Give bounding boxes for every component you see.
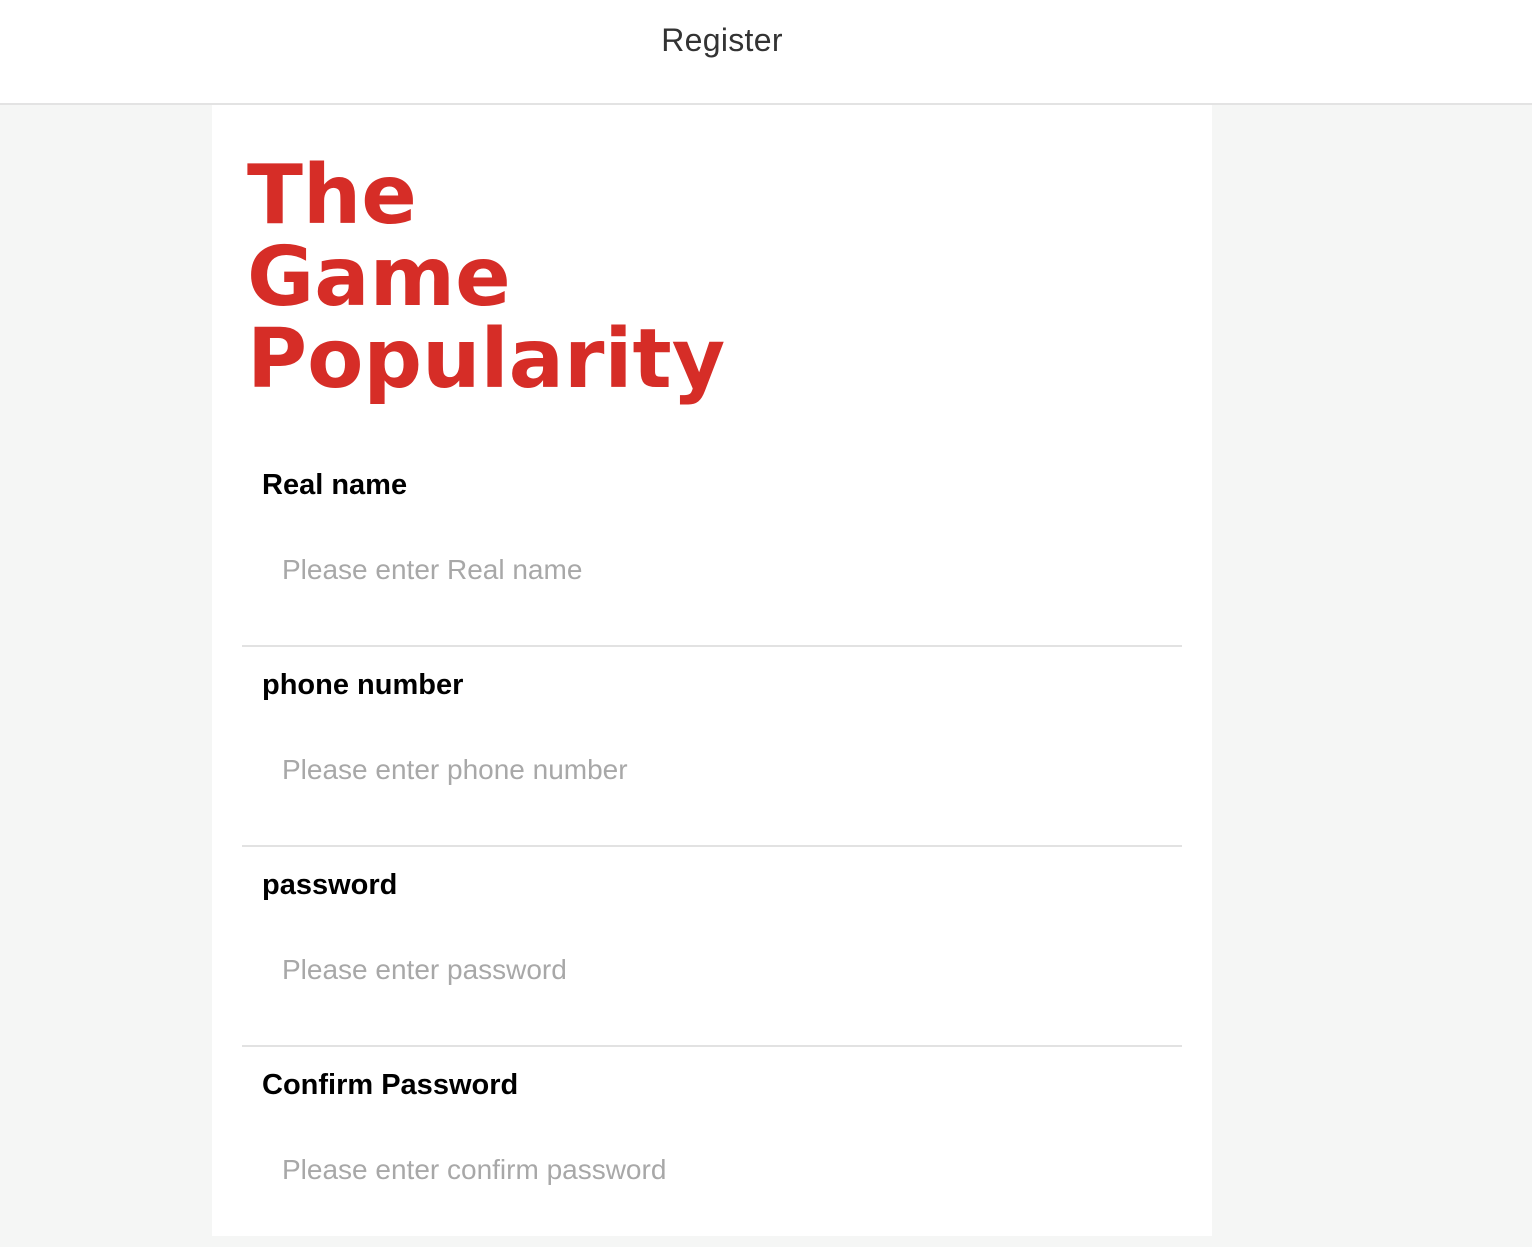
form-field-phone-number: phone number <box>242 647 1182 847</box>
logo-line-the: The <box>247 148 417 243</box>
confirm-password-input[interactable] <box>262 1142 1162 1198</box>
logo-line-game: Game <box>247 230 511 325</box>
real-name-input[interactable] <box>262 542 1162 598</box>
form-field-password: password <box>242 847 1182 1047</box>
confirm-password-label: Confirm Password <box>262 1069 519 1101</box>
top-navigation-bar: Register <box>0 0 1532 105</box>
page-title: Register <box>661 22 783 58</box>
logo-line-popularity: Popularity <box>247 312 726 407</box>
form-field-real-name: Real name <box>242 447 1182 647</box>
real-name-label: Real name <box>262 469 408 501</box>
register-form-panel: The Game Popularity Real name phone numb… <box>212 105 1212 1236</box>
form-field-confirm-password: Confirm Password <box>242 1047 1182 1247</box>
phone-number-label: phone number <box>262 669 464 701</box>
password-label: password <box>262 869 398 901</box>
password-input[interactable] <box>262 942 1162 998</box>
brand-logo: The Game Popularity <box>247 155 725 401</box>
phone-number-input[interactable] <box>262 742 1162 798</box>
